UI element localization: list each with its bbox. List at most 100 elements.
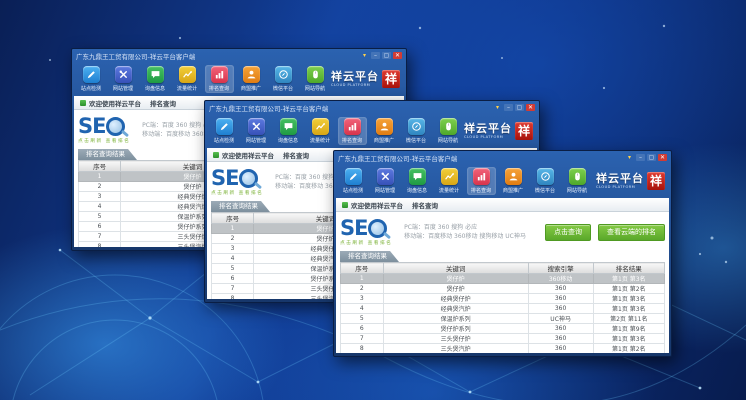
toolbar-item-site-manage[interactable]: 网站管理 xyxy=(371,167,400,195)
table-row[interactable]: 5保温炉系列UC神马第2页 第11名 xyxy=(341,314,665,324)
tab-rank-results[interactable]: 排名查询结果 xyxy=(340,251,399,262)
seo-tagline: 点击刷新 查看排名 xyxy=(78,137,130,144)
toolbar-item-rank-query[interactable]: 排名查询 xyxy=(467,167,496,195)
view-cloud-rank-button[interactable]: 查看云端的排名 xyxy=(598,224,665,241)
query-button[interactable]: 点击查询 xyxy=(545,224,591,241)
table-cell: 6 xyxy=(341,324,384,334)
toolbar-item-inquiry-info[interactable]: 询盘信息 xyxy=(141,65,170,93)
titlebar[interactable]: 广东九鼎王工贸有限公司-祥云平台客户端 ▾ – ▢ ✕ xyxy=(74,49,404,61)
table-cell: 8 xyxy=(212,294,254,300)
toolbar-item-rank-query[interactable]: 排名查询 xyxy=(338,117,367,145)
table-cell: 保温炉系列 xyxy=(383,314,528,324)
mouse-icon xyxy=(440,118,457,135)
table-cell: 5 xyxy=(212,264,254,274)
toolbar-item-inquiry-info[interactable]: 询盘信息 xyxy=(274,117,303,145)
column-header[interactable]: 关键词 xyxy=(383,263,528,274)
seo-logo-text: SE xyxy=(340,218,367,238)
toolbar-item-inquiry-info[interactable]: 询盘信息 xyxy=(403,167,432,195)
toolbar-item-traffic-stats[interactable]: 流量统计 xyxy=(173,65,202,93)
toolbar-item-site-nav[interactable]: 网站导航 xyxy=(301,65,330,93)
brand-seal-icon: 祥 xyxy=(382,70,400,88)
close-button[interactable]: ✕ xyxy=(658,154,667,161)
minimize-button[interactable]: – xyxy=(504,104,513,111)
seo-logo-text: SE xyxy=(78,116,105,136)
toolbar-item-traffic-stats[interactable]: 流量统计 xyxy=(306,117,335,145)
table-cell: 360 xyxy=(528,324,593,334)
minimize-button[interactable]: – xyxy=(636,154,645,161)
maximize-button[interactable]: ▢ xyxy=(515,104,524,111)
toolbar-item-site-check[interactable]: 站点检测 xyxy=(77,65,106,93)
toolbar-item-site-manage[interactable]: 网站管理 xyxy=(109,65,138,93)
maximize-button[interactable]: ▢ xyxy=(382,52,391,59)
toolbar-item-site-check[interactable]: 站点检测 xyxy=(339,167,368,195)
titlebar[interactable]: 广东九鼎王工贸有限公司-祥云平台客户端 ▾ – ▢ ✕ xyxy=(207,101,537,113)
toolbar-item-site-check[interactable]: 站点检测 xyxy=(210,117,239,145)
column-header[interactable]: 序号 xyxy=(341,263,384,274)
close-button[interactable]: ✕ xyxy=(393,52,402,59)
table-row[interactable]: 6煲仔炉系列360第1页 第9名 xyxy=(341,324,665,334)
toolbar-item-label: 站点检测 xyxy=(214,136,234,143)
table-cell: 7 xyxy=(341,334,384,344)
toolbar-item-site-nav[interactable]: 网站导航 xyxy=(434,117,463,145)
toolbar-item-wechat-platform[interactable]: 微信平台 xyxy=(269,65,298,93)
table-cell: 第2页 第11名 xyxy=(593,314,664,324)
toolbar-item-business-promo[interactable]: 商盟推广 xyxy=(370,117,399,145)
table-row[interactable]: 2煲仔炉360第1页 第2名 xyxy=(341,284,665,294)
table-row[interactable]: 7三头煲仔炉360第1页 第3名 xyxy=(341,334,665,344)
table-cell: 煲仔炉 xyxy=(383,284,528,294)
table-row[interactable]: 1煲仔炉360移动第1页 第3名 xyxy=(341,274,665,284)
magnifier-icon xyxy=(106,117,125,136)
message-icon xyxy=(280,118,297,135)
skin-button[interactable]: ▾ xyxy=(360,52,369,59)
table-header-row: 序号关键词搜索引擎排名结果 xyxy=(341,263,665,274)
toolbar-item-label: 商盟推广 xyxy=(241,84,261,91)
toolbar-item-label: 排名查询 xyxy=(342,136,362,143)
person-icon xyxy=(243,66,260,83)
toolbar-item-business-promo[interactable]: 商盟推广 xyxy=(237,65,266,93)
minimize-button[interactable]: – xyxy=(371,52,380,59)
table-row[interactable]: 4经典煲汽炉360第1页 第3名 xyxy=(341,304,665,314)
toolbar-item-wechat-platform[interactable]: 微信平台 xyxy=(402,117,431,145)
toolbar-item-wechat-platform[interactable]: 微信平台 xyxy=(531,167,560,195)
table-cell: 1 xyxy=(341,274,384,284)
toolbar-item-site-manage[interactable]: 网站管理 xyxy=(242,117,271,145)
pencil-icon xyxy=(345,168,362,185)
toolbar-item-business-promo[interactable]: 商盟推广 xyxy=(499,167,528,195)
seo-logo: SE 点击刷新 查看排名 xyxy=(211,168,266,196)
table-row[interactable]: 3经典煲仔炉360第1页 第3名 xyxy=(341,294,665,304)
toolbar-item-label: 商盟推广 xyxy=(374,136,394,143)
toolbar-item-label: 询盘信息 xyxy=(407,186,427,193)
close-button[interactable]: ✕ xyxy=(526,104,535,111)
brand-subtitle: CLOUD PLATFORM xyxy=(596,184,639,189)
toolbar-item-label: 网站管理 xyxy=(246,136,266,143)
table-cell: 第1页 第3名 xyxy=(593,294,664,304)
skin-button[interactable]: ▾ xyxy=(625,154,634,161)
column-header[interactable]: 排名结果 xyxy=(593,263,664,274)
tab-rank-results[interactable]: 排名查询结果 xyxy=(211,201,270,212)
toolbar-items: 站点检测网站管理询盘信息 流量统计排名查询 商盟推广微信平台网站导航 xyxy=(339,167,592,195)
action-buttons: 点击查询 查看云端的排名 xyxy=(545,224,665,241)
seo-logo-text: SE xyxy=(211,168,238,188)
toolbar-item-site-nav[interactable]: 网站导航 xyxy=(563,167,592,195)
tab-rank-results[interactable]: 排名查询结果 xyxy=(78,149,137,160)
maximize-button[interactable]: ▢ xyxy=(647,154,656,161)
seo-logo: SE 点击刷新 查看排名 xyxy=(78,116,133,144)
brand-logo: 祥云平台 CLOUD PLATFORM 祥 xyxy=(331,70,400,88)
column-header[interactable]: 搜索引擎 xyxy=(528,263,593,274)
table-cell: 4 xyxy=(212,254,254,264)
toolbar: 站点检测网站管理询盘信息流量统计排名查询商盟推广 微信平台网站导航 祥云平台 CL… xyxy=(74,61,404,96)
titlebar[interactable]: 广东九鼎王工贸有限公司-祥云平台客户端 ▾ – ▢ ✕ xyxy=(336,151,669,163)
table-row[interactable]: 8三头煲汽炉360第1页 第2名 xyxy=(341,344,665,354)
column-header[interactable]: 序号 xyxy=(212,213,254,224)
toolbar-item-label: 排名查询 xyxy=(471,186,491,193)
toolbar-item-traffic-stats[interactable]: 流量统计 xyxy=(435,167,464,195)
toolbar-item-rank-query[interactable]: 排名查询 xyxy=(205,65,234,93)
table-cell: 7 xyxy=(212,284,254,294)
column-header[interactable]: 序号 xyxy=(79,161,121,172)
breadcrumb-welcome: 欢迎使用祥云平台 xyxy=(89,98,141,108)
toolbar-item-label: 网站导航 xyxy=(438,136,458,143)
breadcrumb-welcome: 欢迎使用祥云平台 xyxy=(222,150,274,160)
skin-button[interactable]: ▾ xyxy=(493,104,502,111)
table-cell: 3 xyxy=(341,294,384,304)
table-cell: 360移动 xyxy=(528,274,593,284)
